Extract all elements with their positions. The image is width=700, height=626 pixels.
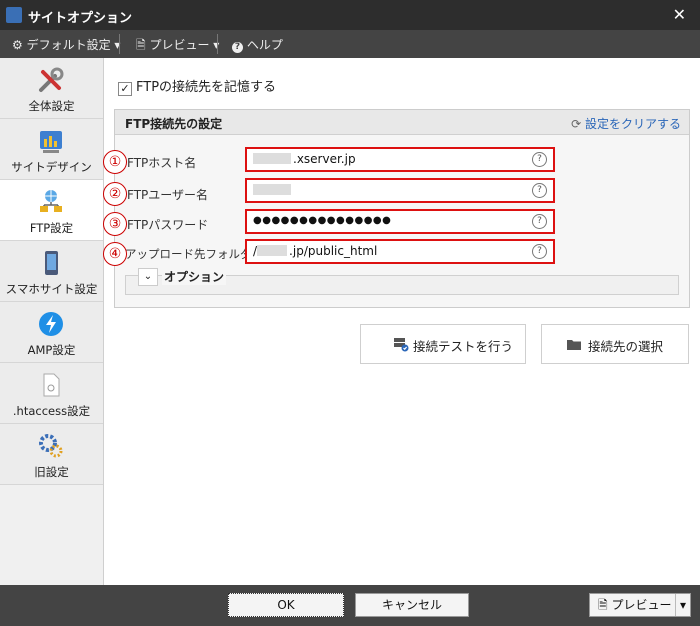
group-title: FTP接続先の設定 <box>125 117 223 131</box>
menu-bar: ⚙ デフォルト設定 ▾ 🗎 プレビュー ▾ ? ヘルプ <box>0 30 700 58</box>
sidebar-item-ftp[interactable]: FTP設定 <box>0 180 103 241</box>
redacted-block <box>253 184 291 195</box>
field-label: アップロード先フォルダ <box>125 247 252 261</box>
annotation-number: ④ <box>103 242 127 266</box>
sidebar-item-label: スマホサイト設定 <box>5 282 98 296</box>
sidebar-item-smartphone[interactable]: スマホサイト設定 <box>0 241 103 302</box>
sidebar-item-site-design[interactable]: サイトデザイン <box>0 119 103 180</box>
lightning-icon <box>39 312 63 336</box>
gear-icon: ⚙ <box>12 38 23 52</box>
help-icon[interactable]: ? <box>532 244 547 259</box>
ftp-password-input[interactable]: ●●●●●●●●●●●●●●● ? <box>245 209 555 234</box>
ftp-settings-group: FTP接続先の設定 ⟳ 設定をクリアする ① FTPホスト名 .xserver.… <box>103 109 690 308</box>
field-value <box>253 183 293 197</box>
footer-bar: OK キャンセル 🗎 プレビュー ▾ <box>0 585 700 626</box>
file-icon <box>43 373 60 397</box>
sidebar-item-general[interactable]: 全体設定 <box>0 58 103 119</box>
folder-icon <box>567 340 581 350</box>
network-globe-icon <box>40 190 62 212</box>
field-value-text: .xserver.jp <box>293 152 356 166</box>
help-icon[interactable]: ? <box>532 183 547 198</box>
sidebar: 全体設定 サイトデザイン FTP設定 スマホサイト設定 AMP設定 .htacc… <box>0 58 104 585</box>
remember-ftp-checkbox[interactable]: ✓ FTPの接続先を記憶する <box>118 76 276 96</box>
window-title: サイトオプション <box>28 11 133 26</box>
annotation-number: ① <box>103 150 127 174</box>
gear-icon <box>39 434 63 458</box>
ftp-host-input[interactable]: .xserver.jp ? <box>245 147 555 172</box>
help-icon[interactable]: ? <box>532 152 547 167</box>
field-value: / .jp/public_html <box>253 244 377 258</box>
sidebar-item-label: AMP設定 <box>27 343 76 357</box>
checkbox-box[interactable]: ✓ <box>118 82 132 96</box>
select-destination-button[interactable]: 接続先の選択 <box>541 324 689 364</box>
sidebar-item-label: 旧設定 <box>34 465 69 479</box>
sidebar-item-label: .htaccess設定 <box>12 404 91 418</box>
group-header: FTP接続先の設定 ⟳ 設定をクリアする <box>115 110 689 135</box>
main-panel: ✓ FTPの接続先を記憶する FTP接続先の設定 ⟳ 設定をクリアする ① FTP… <box>103 58 700 585</box>
redacted-block <box>253 153 291 164</box>
preview-doc-icon: 🗎 <box>136 38 146 52</box>
upload-folder-label: ④ アップロード先フォルダ <box>103 242 252 266</box>
help-menu-label: ヘルプ <box>246 38 283 52</box>
cancel-button[interactable]: キャンセル <box>355 593 469 617</box>
palette-chart-icon <box>40 131 62 153</box>
options-label: オプション <box>162 268 227 285</box>
footer-preview-button[interactable]: 🗎 プレビュー ▾ <box>589 593 691 617</box>
ftp-user-input[interactable]: ? <box>245 178 555 203</box>
field-label: FTPホスト名 <box>127 156 197 170</box>
clear-settings-link[interactable]: ⟳ 設定をクリアする <box>571 115 681 132</box>
clear-settings-label: 設定をクリアする <box>584 117 681 131</box>
title-bar: サイトオプション ✕ <box>0 0 700 30</box>
close-icon[interactable]: ✕ <box>673 5 686 24</box>
default-settings-label: デフォルト設定 ▾ <box>26 38 121 52</box>
app-icon <box>6 7 22 23</box>
menu-separator <box>119 34 120 54</box>
redacted-block <box>257 245 288 256</box>
sidebar-item-htaccess[interactable]: .htaccess設定 <box>0 363 103 424</box>
smartphone-icon <box>45 251 58 275</box>
refresh-icon: ⟳ <box>571 117 582 131</box>
help-icon: ? <box>232 42 243 53</box>
footer-preview-label: プレビュー <box>611 598 672 612</box>
preview-menu[interactable]: 🗎 プレビュー ▾ <box>136 36 219 57</box>
chevron-down-icon[interactable]: ⌄ <box>138 268 158 286</box>
options-section: ⌄ オプション <box>125 268 679 295</box>
checkbox-label: FTPの接続先を記憶する <box>136 80 277 95</box>
annotation-number: ② <box>103 182 127 206</box>
preview-icon: 🗎 <box>598 598 608 612</box>
ftp-password-label: ③ FTPパスワード <box>103 212 209 236</box>
chevron-down-icon[interactable]: ▾ <box>674 594 686 616</box>
field-value: .xserver.jp <box>253 152 356 166</box>
menu-separator <box>217 34 218 54</box>
sidebar-item-amp[interactable]: AMP設定 <box>0 302 103 363</box>
upload-folder-input[interactable]: / .jp/public_html ? <box>245 239 555 264</box>
select-destination-label: 接続先の選択 <box>588 339 664 354</box>
help-icon[interactable]: ? <box>532 214 547 229</box>
help-menu[interactable]: ? ヘルプ <box>232 36 283 53</box>
ftp-user-label: ② FTPユーザー名 <box>103 182 209 206</box>
ok-button[interactable]: OK <box>228 593 344 617</box>
sidebar-item-label: 全体設定 <box>28 99 75 113</box>
connection-test-label: 接続テストを行う <box>413 339 514 354</box>
default-settings-menu[interactable]: ⚙ デフォルト設定 ▾ <box>12 36 120 53</box>
ftp-host-label: ① FTPホスト名 <box>103 150 197 174</box>
field-value-text: ●●●●●●●●●●●●●●● <box>253 215 392 226</box>
field-label: FTPパスワード <box>127 218 209 232</box>
sidebar-item-label: FTP設定 <box>29 221 74 235</box>
connection-test-button[interactable]: 接続テストを行う <box>360 324 526 364</box>
field-label: FTPユーザー名 <box>127 188 209 202</box>
preview-menu-label: プレビュー ▾ <box>149 38 220 52</box>
annotation-number: ③ <box>103 212 127 236</box>
server-check-icon <box>394 338 409 352</box>
sidebar-item-label: サイトデザイン <box>11 160 92 174</box>
tools-icon <box>39 67 64 92</box>
field-value-text: .jp/public_html <box>289 244 378 258</box>
sidebar-item-legacy[interactable]: 旧設定 <box>0 424 103 485</box>
